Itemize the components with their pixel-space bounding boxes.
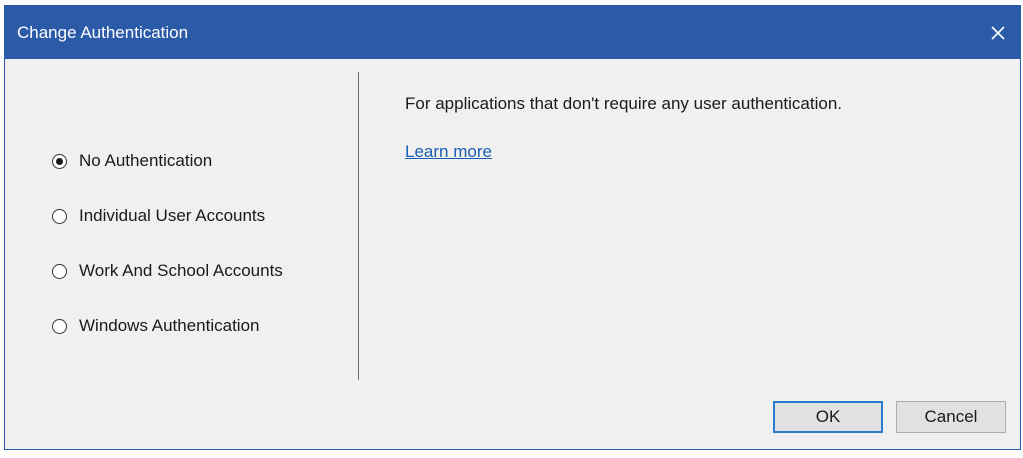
option-label: No Authentication bbox=[79, 151, 213, 170]
radio-no-authentication[interactable] bbox=[52, 153, 67, 169]
radio-selected-dot bbox=[56, 157, 63, 165]
close-button[interactable] bbox=[976, 6, 1020, 59]
change-authentication-dialog: Change Authentication No Authentication … bbox=[4, 5, 1021, 450]
dialog-title: Change Authentication bbox=[17, 22, 189, 42]
title-bar: Change Authentication bbox=[5, 6, 1020, 59]
close-icon bbox=[991, 25, 1005, 40]
option-label: Work And School Accounts bbox=[79, 261, 283, 280]
option-work-and-school-accounts[interactable]: Work And School Accounts bbox=[52, 259, 283, 283]
cancel-button[interactable]: Cancel bbox=[896, 401, 1006, 433]
radio-individual-user-accounts[interactable] bbox=[52, 208, 67, 224]
learn-more-link[interactable]: Learn more bbox=[405, 142, 492, 162]
ok-button[interactable]: OK bbox=[773, 401, 883, 433]
option-no-authentication[interactable]: No Authentication bbox=[52, 149, 283, 173]
auth-description: For applications that don't require any … bbox=[405, 94, 843, 113]
radio-windows-authentication[interactable] bbox=[52, 318, 67, 334]
option-windows-authentication[interactable]: Windows Authentication bbox=[52, 314, 283, 338]
dialog-body: No Authentication Individual User Accoun… bbox=[5, 59, 1020, 449]
auth-options-group: No Authentication Individual User Accoun… bbox=[52, 149, 283, 369]
radio-work-and-school-accounts[interactable] bbox=[52, 263, 67, 279]
option-individual-user-accounts[interactable]: Individual User Accounts bbox=[52, 204, 283, 228]
option-label: Individual User Accounts bbox=[79, 206, 266, 225]
vertical-divider bbox=[358, 72, 359, 380]
option-label: Windows Authentication bbox=[79, 316, 260, 335]
